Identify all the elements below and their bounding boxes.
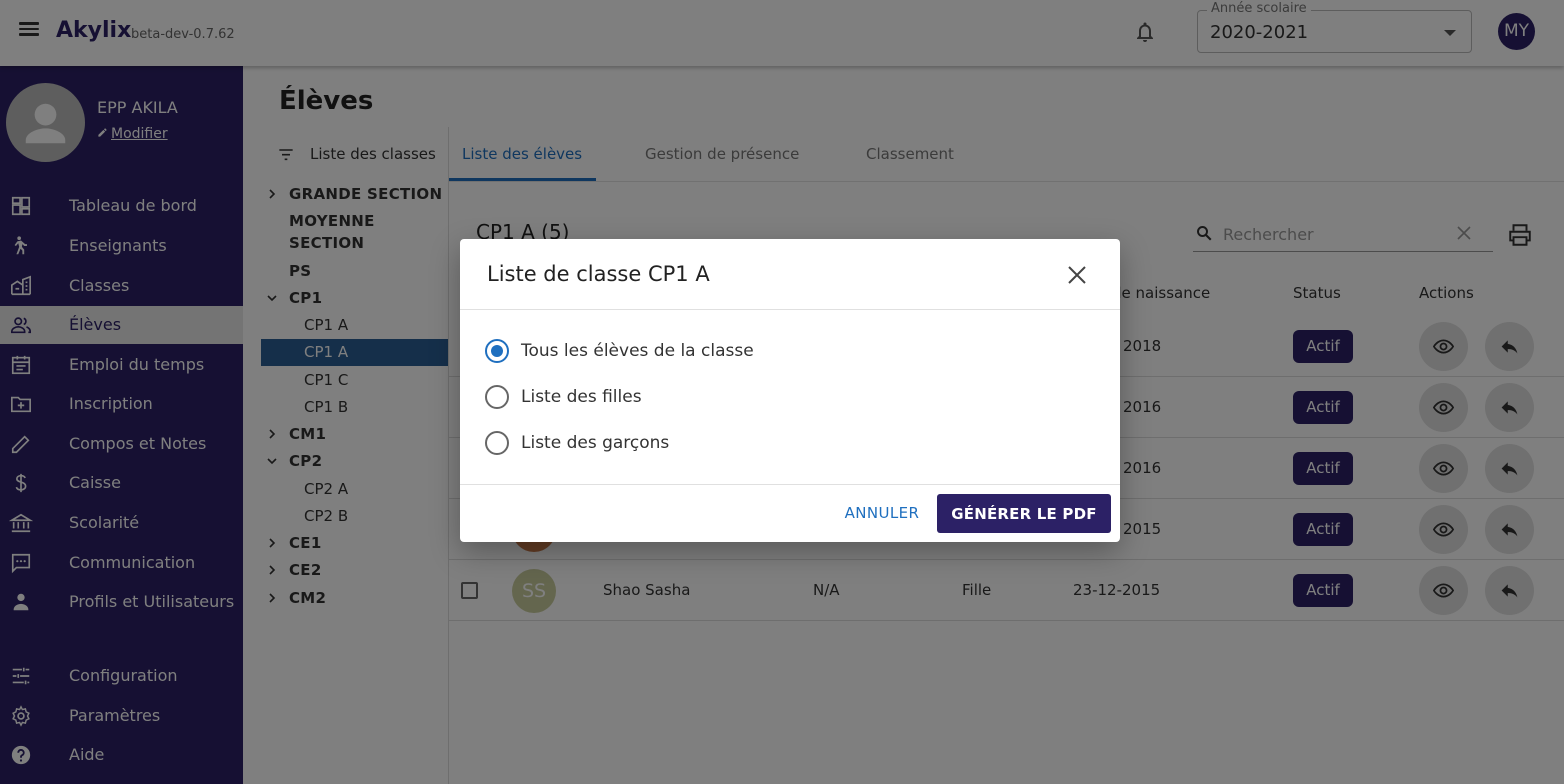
dialog-divider — [460, 309, 1120, 310]
radio-button[interactable] — [485, 385, 509, 409]
dialog-divider — [460, 484, 1120, 485]
dialog-title: Liste de classe CP1 A — [487, 262, 710, 286]
generate-pdf-button[interactable]: GÉNÉRER LE PDF — [937, 494, 1111, 533]
class-list-dialog: Liste de classe CP1 A Tous les élèves de… — [460, 239, 1120, 542]
radio-button-checked[interactable] — [485, 339, 509, 363]
radio-button[interactable] — [485, 431, 509, 455]
radio-label: Liste des filles — [521, 387, 642, 407]
radio-label: Liste des garçons — [521, 433, 670, 453]
close-icon[interactable] — [1066, 264, 1088, 286]
cancel-button[interactable]: ANNULER — [832, 495, 932, 531]
radio-label: Tous les élèves de la classe — [521, 341, 754, 361]
